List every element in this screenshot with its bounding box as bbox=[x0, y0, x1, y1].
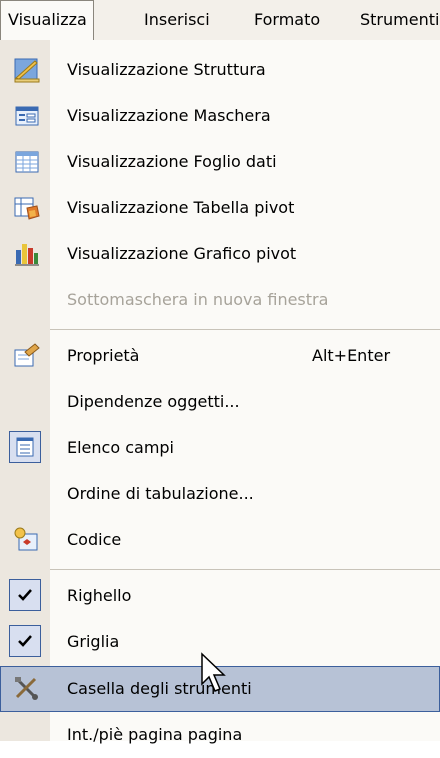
menu-item-shortcut: Alt+Enter bbox=[312, 346, 391, 365]
visualizza-dropdown: Visualizzazione Struttura Visualizzazion… bbox=[0, 40, 440, 744]
menu-item-form-view[interactable]: Visualizzazione Maschera bbox=[0, 93, 440, 139]
field-list-active-box bbox=[9, 431, 41, 463]
grid-checkbox[interactable] bbox=[9, 625, 41, 657]
menu-item-object-dependencies[interactable]: Dipendenze oggetti... bbox=[0, 379, 440, 425]
checkmark-icon bbox=[18, 635, 32, 647]
menu-formato[interactable]: Formato bbox=[254, 0, 320, 40]
pivot-chart-icon bbox=[13, 240, 41, 268]
menu-strumenti[interactable]: Strumenti bbox=[360, 0, 439, 40]
menu-separator bbox=[50, 569, 440, 570]
menu-item-properties[interactable]: Proprietà Alt+Enter bbox=[0, 333, 440, 379]
properties-icon bbox=[13, 342, 41, 370]
menu-item-design-view[interactable]: Visualizzazione Struttura bbox=[0, 47, 440, 93]
menu-item-tab-order[interactable]: Ordine di tabulazione... bbox=[0, 471, 440, 517]
menu-item-code[interactable]: Codice bbox=[0, 517, 440, 563]
menu-item-pivot-chart-view[interactable]: Visualizzazione Grafico pivot bbox=[0, 231, 440, 277]
menu-item-label: Visualizzazione Grafico pivot bbox=[67, 244, 297, 263]
toolbox-icon bbox=[13, 675, 41, 703]
menu-bar: Visualizza Inserisci Formato Strumenti bbox=[0, 0, 440, 41]
menu-item-label: Codice bbox=[67, 530, 122, 549]
menu-visualizza[interactable]: Visualizza bbox=[0, 0, 94, 41]
menu-item-label: Visualizzazione Foglio dati bbox=[67, 152, 277, 171]
menu-inserisci[interactable]: Inserisci bbox=[144, 0, 210, 40]
menu-item-label: Int./piè pagina pagina bbox=[67, 725, 243, 744]
mouse-pointer-icon bbox=[201, 652, 226, 692]
menu-inserisci-label: Inserisci bbox=[144, 10, 210, 29]
menu-item-label: Visualizzazione Struttura bbox=[67, 60, 266, 79]
menu-visualizza-label: Visualizza bbox=[8, 10, 87, 29]
menu-strumenti-label: Strumenti bbox=[360, 10, 440, 29]
menu-item-label: Righello bbox=[67, 586, 132, 605]
menu-item-datasheet-view[interactable]: Visualizzazione Foglio dati bbox=[0, 139, 440, 185]
form-view-icon bbox=[13, 102, 41, 130]
menu-item-page-header-footer[interactable]: Int./piè pagina pagina bbox=[0, 712, 440, 758]
menu-item-pivot-table-view[interactable]: Visualizzazione Tabella pivot bbox=[0, 185, 440, 231]
field-list-icon bbox=[16, 437, 34, 457]
menu-item-ruler[interactable]: Righello bbox=[0, 573, 440, 619]
pivot-table-icon bbox=[13, 194, 41, 222]
menu-item-label: Sottomaschera in nuova finestra bbox=[67, 290, 329, 309]
checkmark-icon bbox=[18, 589, 32, 601]
ruler-checkbox[interactable] bbox=[9, 579, 41, 611]
menu-separator bbox=[50, 329, 440, 330]
menu-item-subform-new-window[interactable]: Sottomaschera in nuova finestra bbox=[0, 277, 440, 323]
menu-item-label: Visualizzazione Tabella pivot bbox=[67, 198, 295, 217]
menu-item-label: Proprietà bbox=[67, 346, 140, 365]
menu-item-field-list[interactable]: Elenco campi bbox=[0, 425, 440, 471]
datasheet-view-icon bbox=[13, 148, 41, 176]
menu-item-label: Elenco campi bbox=[67, 438, 174, 457]
menu-item-label: Ordine di tabulazione... bbox=[67, 484, 254, 503]
menu-item-label: Griglia bbox=[67, 632, 120, 651]
code-icon bbox=[13, 526, 41, 554]
menu-item-label: Dipendenze oggetti... bbox=[67, 392, 240, 411]
menu-formato-label: Formato bbox=[254, 10, 321, 29]
design-view-icon bbox=[13, 56, 41, 84]
menu-item-label: Visualizzazione Maschera bbox=[67, 106, 271, 125]
